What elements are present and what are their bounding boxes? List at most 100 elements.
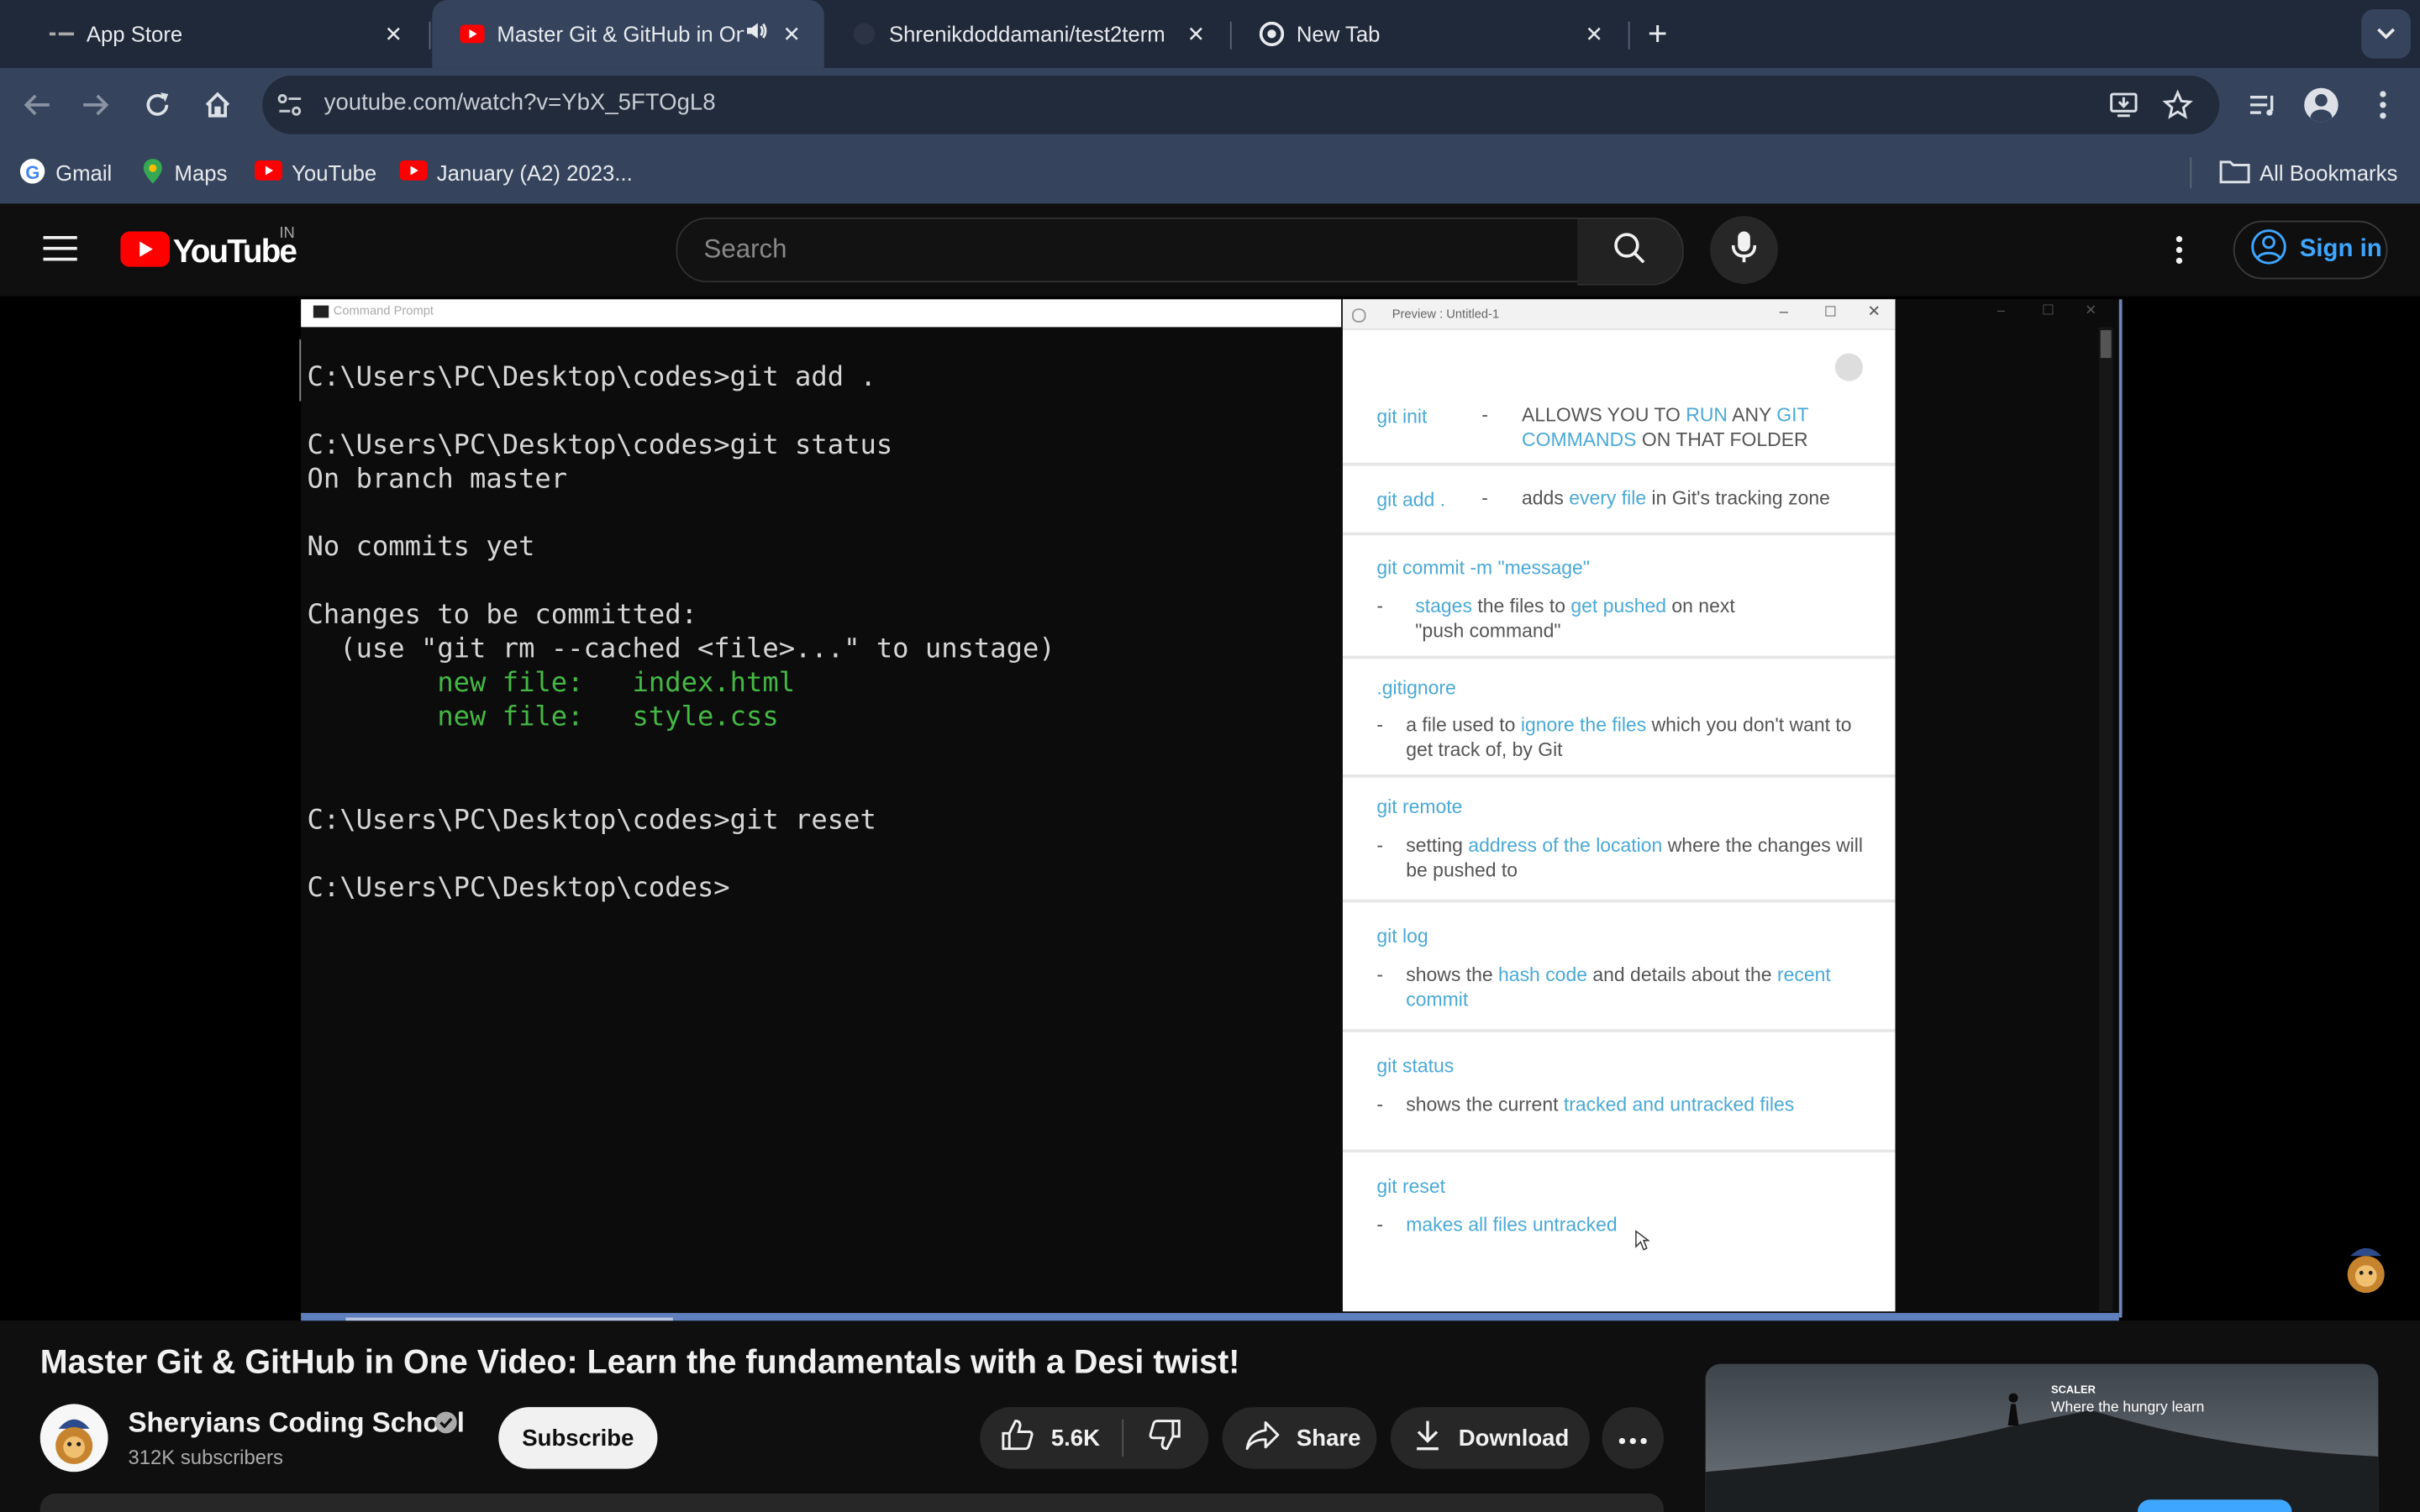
download-button[interactable]: Download bbox=[1390, 1407, 1590, 1469]
note-divider bbox=[1342, 463, 1896, 466]
youtube-logo[interactable]: YouTube bbox=[120, 231, 297, 275]
github-icon bbox=[852, 22, 876, 46]
settings-more-icon[interactable] bbox=[2170, 234, 2188, 273]
tab-search-chevron-icon[interactable] bbox=[2361, 9, 2411, 59]
ad-cta-button[interactable] bbox=[2137, 1499, 2292, 1512]
note-divider bbox=[1342, 1029, 1896, 1032]
git-note-dash: - bbox=[1376, 714, 1384, 737]
search-icon bbox=[1612, 231, 1646, 273]
note-divider bbox=[1342, 1149, 1896, 1153]
sign-in-button[interactable]: Sign in bbox=[2233, 220, 2388, 280]
verified-check-icon bbox=[434, 1410, 458, 1443]
git-note-dash: - bbox=[1481, 487, 1488, 510]
tab-youtube-video[interactable]: Master Git & GitHub in On ✕ bbox=[432, 0, 824, 68]
mouse-pointer-icon bbox=[1634, 1230, 1650, 1259]
thumbs-up-icon bbox=[998, 1416, 1035, 1459]
more-actions-button[interactable] bbox=[1602, 1407, 1664, 1469]
tab-new-tab[interactable]: New Tab ✕ bbox=[1232, 0, 1627, 68]
folder-icon bbox=[2219, 158, 2250, 187]
all-bookmarks-button[interactable]: All Bookmarks bbox=[2219, 156, 2397, 190]
speaker-icon[interactable] bbox=[744, 18, 768, 48]
bookmark-label: YouTube bbox=[292, 160, 377, 186]
tab-divider bbox=[1628, 21, 1630, 50]
window-minimize-icon: – bbox=[1779, 303, 1788, 322]
terminal-line: Changes to be committed: bbox=[307, 600, 697, 632]
bookmark-gmail[interactable]: G Gmail bbox=[18, 156, 112, 190]
install-app-icon[interactable] bbox=[2108, 90, 2139, 129]
all-bookmarks-label: All Bookmarks bbox=[2259, 160, 2398, 186]
channel-watermark-icon[interactable] bbox=[2341, 1241, 2391, 1296]
command-prompt-titlebar bbox=[301, 299, 1342, 328]
close-icon[interactable]: ✕ bbox=[380, 20, 408, 48]
search-input[interactable] bbox=[676, 217, 1581, 283]
voice-search-button[interactable] bbox=[1710, 216, 1778, 284]
close-icon[interactable]: ✕ bbox=[1581, 20, 1608, 48]
sign-in-label: Sign in bbox=[2299, 236, 2382, 263]
reload-icon[interactable] bbox=[139, 87, 176, 123]
like-count: 5.6K bbox=[1050, 1425, 1101, 1452]
new-tab-plus-icon[interactable]: + bbox=[1642, 14, 1673, 52]
git-note-description: shows the hash code and details about th… bbox=[1406, 963, 1831, 1011]
account-circle-icon bbox=[2250, 228, 2287, 272]
channel-name[interactable]: Sheryians Coding School bbox=[128, 1407, 464, 1440]
git-note-description: setting address of the location where th… bbox=[1406, 834, 1863, 880]
youtube-logo-text: YouTube bbox=[172, 234, 297, 270]
preview-title: Preview : Untitled-1 bbox=[1392, 307, 1500, 322]
note-divider bbox=[1342, 899, 1896, 903]
subscribe-button[interactable]: Subscribe bbox=[498, 1407, 658, 1469]
terminal-line: new file: index.html bbox=[307, 668, 796, 700]
maps-icon bbox=[140, 156, 165, 189]
close-icon[interactable]: ✕ bbox=[778, 20, 806, 48]
git-note-command: git add . bbox=[1376, 489, 1446, 511]
git-note-command: git init bbox=[1376, 406, 1428, 428]
bookmark-youtube[interactable]: YouTube bbox=[255, 156, 376, 190]
channel-avatar[interactable] bbox=[39, 1404, 108, 1473]
preview-app-icon bbox=[1351, 308, 1366, 323]
description-box[interactable] bbox=[39, 1493, 1664, 1512]
browser-menu-icon[interactable] bbox=[2372, 90, 2394, 129]
home-icon[interactable] bbox=[199, 87, 236, 123]
note-divider bbox=[1342, 655, 1896, 659]
search-button[interactable] bbox=[1577, 217, 1684, 286]
subscriber-count: 312K subscribers bbox=[128, 1446, 283, 1469]
tab-app-store[interactable]: App Store ✕ bbox=[22, 0, 426, 68]
close-icon[interactable]: ✕ bbox=[1182, 20, 1210, 48]
git-note-description: adds every file in Git's tracking zone bbox=[1522, 487, 1830, 510]
git-note-dash: - bbox=[1481, 404, 1488, 426]
dislike-button[interactable] bbox=[1123, 1407, 1207, 1468]
share-label: Share bbox=[1296, 1425, 1361, 1452]
bookmark-january[interactable]: January (A2) 2023... bbox=[399, 156, 633, 190]
terminal-scrollbar-thumb bbox=[2100, 330, 2112, 359]
bookmark-label: Gmail bbox=[55, 160, 113, 186]
git-note-command: .gitignore bbox=[1376, 677, 1456, 700]
window-minimize-icon: – bbox=[1996, 302, 2005, 318]
forward-arrow-icon[interactable] bbox=[77, 87, 114, 123]
google-icon: G bbox=[18, 156, 46, 189]
url-text[interactable]: youtube.com/watch?v=YbX_5FTOgL8 bbox=[324, 90, 716, 116]
window-close-icon: ✕ bbox=[1867, 303, 1881, 322]
youtube-icon bbox=[255, 160, 283, 185]
preview-dot bbox=[1834, 353, 1863, 381]
git-note-command: git remote bbox=[1376, 795, 1463, 818]
git-note-dash: - bbox=[1376, 1214, 1384, 1236]
media-controls-icon[interactable] bbox=[2247, 90, 2278, 129]
bookmark-star-icon[interactable] bbox=[2162, 89, 2193, 129]
like-button[interactable]: 5.6K bbox=[980, 1407, 1122, 1468]
site-settings-icon[interactable] bbox=[275, 90, 306, 129]
bookmark-maps[interactable]: Maps bbox=[140, 156, 227, 190]
tab-github[interactable]: Shrenikdoddamani/test2term ✕ bbox=[824, 0, 1228, 68]
git-note-dash: - bbox=[1376, 595, 1384, 617]
microphone-icon bbox=[1731, 229, 1757, 271]
share-button[interactable]: Share bbox=[1222, 1407, 1377, 1469]
ad-brand: SCALER bbox=[2051, 1385, 2096, 1397]
bookmark-label: January (A2) 2023... bbox=[436, 160, 633, 186]
ad-banner[interactable]: SCALER Where the hungry learn bbox=[1705, 1363, 2379, 1512]
back-arrow-icon[interactable] bbox=[18, 87, 55, 123]
terminal-icon bbox=[313, 305, 329, 318]
profile-avatar-icon[interactable] bbox=[2304, 87, 2338, 123]
hamburger-menu-icon[interactable] bbox=[43, 234, 77, 270]
youtube-icon bbox=[399, 160, 428, 185]
region-code: IN bbox=[279, 225, 295, 243]
download-icon bbox=[1413, 1418, 1444, 1458]
search-placeholder: Search bbox=[703, 234, 787, 265]
